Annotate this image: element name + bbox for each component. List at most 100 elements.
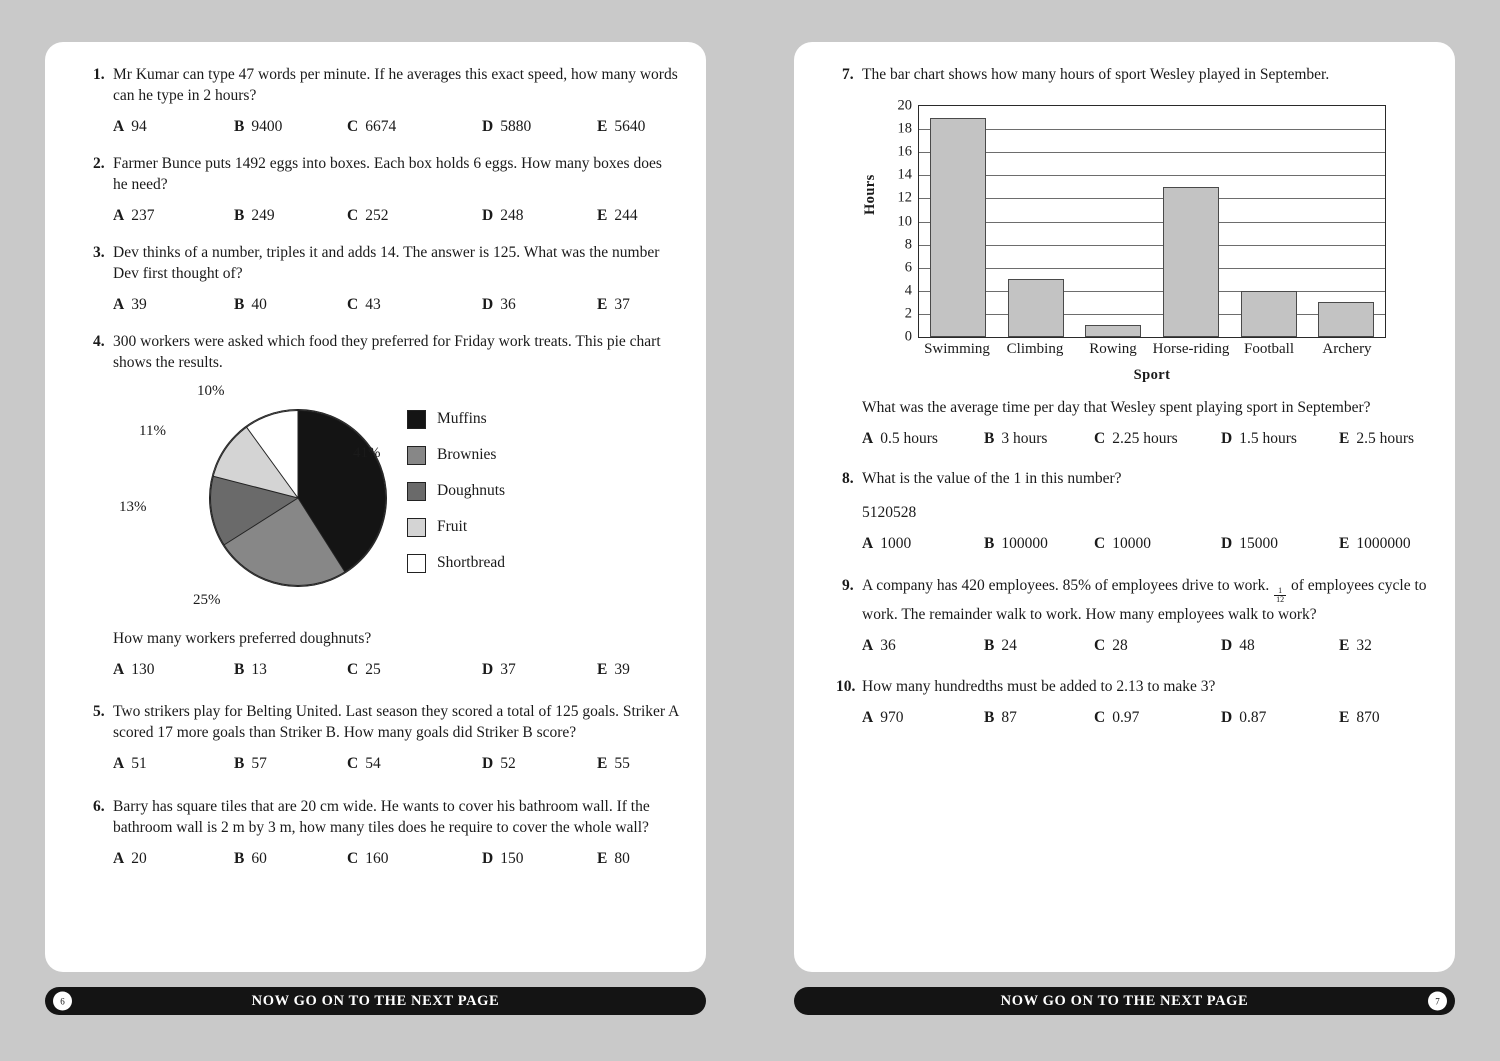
right-page: 7. The bar chart shows how many hours of… <box>794 42 1455 972</box>
option-e[interactable]: E 5640 <box>597 118 645 136</box>
option-b[interactable]: B 249 <box>234 207 347 225</box>
option-b[interactable]: B 100000 <box>984 535 1094 553</box>
option-d[interactable]: D 0.87 <box>1221 709 1339 727</box>
question-10: 10. How many hundredths must be added to… <box>820 676 1429 727</box>
question-body: Farmer Bunce puts 1492 eggs into boxes. … <box>113 153 680 225</box>
question-text: How many hundredths must be added to 2.1… <box>862 677 1216 695</box>
x-axis-label: Archery <box>1322 341 1372 357</box>
option-e[interactable]: E 870 <box>1339 709 1380 727</box>
option-a[interactable]: A 36 <box>862 637 984 655</box>
option-c[interactable]: C 0.97 <box>1094 709 1221 727</box>
x-axis-label: Horse-riding <box>1152 341 1230 357</box>
option-letter: E <box>597 661 608 678</box>
answer-options: A 51 B 57 C 54 D 52 E 55 <box>113 755 680 773</box>
option-a[interactable]: A 39 <box>113 296 234 314</box>
pie-circle <box>209 409 387 587</box>
option-letter: B <box>234 118 245 135</box>
answer-options: A 36 B 24 C 28 D 48 E 32 <box>862 637 1429 655</box>
option-b[interactable]: B 24 <box>984 637 1094 655</box>
option-d[interactable]: D 150 <box>482 850 597 868</box>
option-c[interactable]: C 25 <box>347 661 482 679</box>
option-e[interactable]: E 55 <box>597 755 630 773</box>
pie-label-doughnuts: 13% <box>119 499 147 515</box>
option-letter: B <box>234 207 245 224</box>
option-value: 1000 <box>880 535 912 552</box>
x-axis-label: Climbing <box>1006 341 1064 357</box>
option-a[interactable]: A 20 <box>113 850 234 868</box>
page-number-badge: 6 <box>53 991 72 1011</box>
y-axis-tick: 2 <box>904 305 912 322</box>
option-e[interactable]: E 1000000 <box>1339 535 1411 553</box>
question-text: The bar chart shows how many hours of sp… <box>862 66 1330 83</box>
option-value: 37 <box>500 661 516 678</box>
option-b[interactable]: B 3 hours <box>984 430 1094 448</box>
option-b[interactable]: B 57 <box>234 755 347 773</box>
option-c[interactable]: C 54 <box>347 755 482 773</box>
option-e[interactable]: E 2.5 hours <box>1339 430 1414 448</box>
option-a[interactable]: A 237 <box>113 207 234 225</box>
y-axis-tick: 20 <box>897 97 913 114</box>
y-axis-tick: 18 <box>897 120 913 137</box>
option-d[interactable]: D 52 <box>482 755 597 773</box>
question-3: 3. Dev thinks of a number, triples it an… <box>71 242 680 314</box>
plot-area: 20 18 16 14 12 10 8 6 4 2 0 <box>898 98 1386 345</box>
question-2: 2. Farmer Bunce puts 1492 eggs into boxe… <box>71 153 680 225</box>
option-b[interactable]: B 13 <box>234 661 347 679</box>
legend-item-muffins: Muffins <box>407 401 505 437</box>
option-a[interactable]: A 970 <box>862 709 984 727</box>
question-number: 1. <box>93 66 105 83</box>
option-d[interactable]: D 36 <box>482 296 597 314</box>
option-a[interactable]: A 94 <box>113 118 234 136</box>
option-value: 3 hours <box>1001 430 1048 447</box>
option-e[interactable]: E 37 <box>597 296 630 314</box>
option-d[interactable]: D 248 <box>482 207 597 225</box>
option-b[interactable]: B 60 <box>234 850 347 868</box>
option-letter: C <box>347 661 359 678</box>
option-a[interactable]: A 0.5 hours <box>862 430 984 448</box>
option-a[interactable]: A 130 <box>113 661 234 679</box>
y-axis-tick: 10 <box>897 213 913 229</box>
legend-swatch-icon <box>407 445 426 465</box>
option-c[interactable]: C 43 <box>347 296 482 314</box>
option-e[interactable]: E 32 <box>1339 637 1372 655</box>
option-c[interactable]: C 252 <box>347 207 482 225</box>
option-b[interactable]: B 9400 <box>234 118 347 136</box>
option-c[interactable]: C 28 <box>1094 637 1221 655</box>
option-value: 32 <box>1356 636 1372 654</box>
option-value: 20 <box>131 850 147 867</box>
question-text: Two strikers play for Belting United. La… <box>113 703 679 741</box>
bar-climbing <box>1007 279 1064 337</box>
bar-chart: Hours 20 18 16 14 12 10 8 6 4 2 0 Swimmi… <box>862 97 1402 397</box>
option-d[interactable]: D 1.5 hours <box>1221 430 1339 448</box>
option-value: 0.5 hours <box>880 430 938 447</box>
bar-cell <box>997 106 1075 337</box>
option-d[interactable]: D 5880 <box>482 118 597 136</box>
option-d[interactable]: D 15000 <box>1221 535 1339 553</box>
question-number: 7. <box>842 66 854 83</box>
option-d[interactable]: D 48 <box>1221 637 1339 655</box>
option-c[interactable]: C 6674 <box>347 118 482 136</box>
x-axis-label: Rowing <box>1089 341 1137 357</box>
option-e[interactable]: E 39 <box>597 661 630 679</box>
option-value: 2.25 hours <box>1112 430 1178 447</box>
option-a[interactable]: A 51 <box>113 755 234 773</box>
option-d[interactable]: D 37 <box>482 661 597 679</box>
y-axis-tick: 8 <box>904 236 912 253</box>
question-subtext: How many workers preferred doughnuts? <box>113 630 372 647</box>
option-a[interactable]: A 1000 <box>862 535 984 553</box>
option-c[interactable]: C 160 <box>347 850 482 868</box>
bars-container <box>919 106 1385 337</box>
option-b[interactable]: B 40 <box>234 296 347 314</box>
footer-instruction: NOW GO ON TO THE NEXT PAGE <box>251 992 500 1009</box>
option-value: 55 <box>614 755 630 772</box>
pie-label-fruit: 11% <box>139 423 166 439</box>
option-b[interactable]: B 87 <box>984 709 1094 727</box>
y-axis-tick: 4 <box>904 282 912 299</box>
option-e[interactable]: E 244 <box>597 207 638 225</box>
bar-football <box>1240 290 1297 337</box>
option-value: 249 <box>251 207 275 224</box>
option-c[interactable]: C 2.25 hours <box>1094 430 1221 448</box>
option-value: 36 <box>880 636 896 654</box>
option-e[interactable]: E 80 <box>597 850 630 868</box>
option-c[interactable]: C 10000 <box>1094 535 1221 553</box>
